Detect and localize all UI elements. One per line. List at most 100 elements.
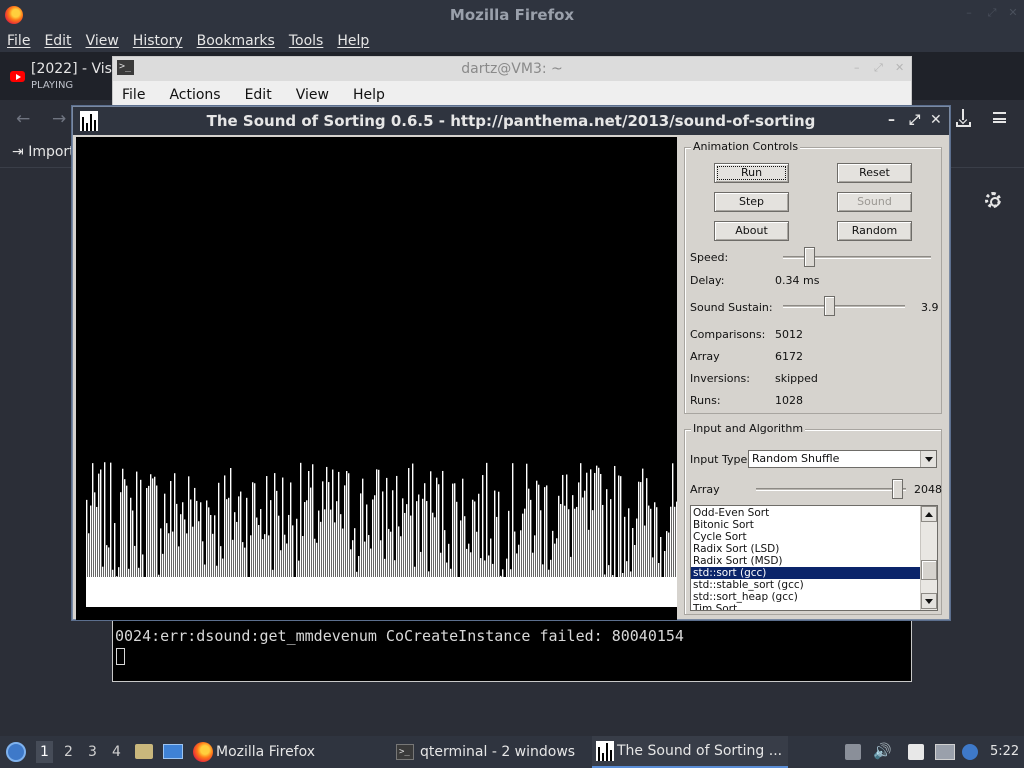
scroll-down-icon[interactable] [921, 593, 937, 609]
tab-status: PLAYING [31, 80, 74, 91]
notification-tray-icon[interactable] [845, 744, 861, 760]
download-icon[interactable] [955, 108, 973, 128]
taskbar-qterminal[interactable]: >_ qterminal - 2 windows [396, 736, 575, 768]
step-button[interactable]: Step [714, 192, 789, 212]
algorithm-list-item[interactable]: Radix Sort (LSD) [691, 543, 920, 555]
import-bookmarks-button[interactable]: ⇥ Import [12, 144, 75, 160]
input-type-label: Input Type: [690, 453, 751, 466]
reset-button[interactable]: Reset [837, 163, 912, 183]
algorithm-list-item[interactable]: std::sort (gcc) [691, 567, 920, 579]
back-arrow-icon[interactable]: ← [16, 109, 30, 129]
algorithm-list-item[interactable]: Tim Sort [691, 603, 920, 610]
workspace-3[interactable]: 3 [88, 744, 97, 760]
maximize-icon[interactable]: ⤢ [985, 6, 999, 20]
sound-button[interactable]: Sound [837, 192, 912, 212]
network-icon[interactable] [935, 744, 955, 760]
run-button[interactable]: Run [714, 163, 789, 183]
sos-titlebar[interactable]: The Sound of Sorting 0.6.5 - http://pant… [73, 107, 949, 135]
menu-help[interactable]: Help [337, 33, 369, 49]
sound-of-sorting-app-icon [596, 741, 614, 761]
gear-icon[interactable] [985, 192, 1001, 208]
taskbar-qterminal-label: qterminal - 2 windows [420, 744, 576, 760]
close-icon[interactable]: ✕ [930, 112, 942, 128]
minimize-icon[interactable]: – [888, 112, 895, 128]
taskbar-sound-of-sorting-label: The Sound of Sorting ... [617, 743, 783, 759]
minimize-icon[interactable]: – [962, 6, 976, 20]
sound-sustain-label: Sound Sustain: [690, 301, 773, 314]
algorithm-list[interactable]: Odd-Even Sort Bitonic Sort Cycle Sort Radix… [690, 505, 938, 611]
sos-window-title: The Sound of Sorting 0.6.5 - http://pant… [206, 112, 816, 130]
firefox-icon [193, 742, 213, 762]
array-accesses-value: 6172 [775, 350, 803, 363]
qt-menu-actions[interactable]: Actions [169, 87, 220, 103]
sustain-slider-thumb[interactable] [824, 296, 836, 316]
file-manager-icon[interactable] [135, 744, 153, 759]
firefox-tab[interactable]: [2022] - Visu PLAYING [0, 58, 121, 98]
menu-edit[interactable]: Edit [44, 33, 71, 49]
forward-arrow-icon[interactable]: → [52, 109, 66, 129]
algorithm-list-scrollbar[interactable] [920, 506, 937, 610]
workspace-4[interactable]: 4 [112, 744, 121, 760]
updates-icon[interactable] [962, 744, 978, 760]
import-bookmarks-label: Import [28, 144, 75, 160]
workspace-2[interactable]: 2 [64, 744, 73, 760]
close-icon[interactable]: ✕ [1006, 6, 1020, 20]
qt-menu-help[interactable]: Help [353, 87, 385, 103]
menu-view[interactable]: View [86, 33, 119, 49]
menu-history[interactable]: History [133, 33, 183, 49]
speed-slider-thumb[interactable] [803, 247, 815, 267]
taskbar-sound-of-sorting[interactable]: The Sound of Sorting ... [592, 736, 788, 768]
scroll-up-icon[interactable] [921, 506, 937, 522]
animation-controls-legend: Animation Controls [691, 140, 801, 153]
volume-icon[interactable]: 🔊 [873, 742, 892, 760]
array-size-slider-thumb[interactable] [892, 479, 904, 499]
qt-menu-file[interactable]: File [122, 87, 145, 103]
random-button[interactable]: Random [837, 221, 912, 241]
qt-menu-view[interactable]: View [296, 87, 329, 103]
terminal-icon: >_ [396, 744, 414, 760]
terminal-output-line: 0024:err:dsound:get_mmdevenum CoCreateIn… [115, 627, 684, 645]
runs-value: 1028 [775, 394, 803, 407]
clipboard-icon[interactable] [908, 744, 924, 760]
sort-bars-base [86, 577, 677, 607]
firefox-titlebar[interactable]: Mozilla Firefox – ⤢ ✕ [0, 0, 1024, 30]
input-type-select[interactable]: Random Shuffle [748, 450, 937, 468]
hamburger-menu-icon[interactable] [993, 112, 1006, 123]
terminal-cursor [116, 648, 125, 665]
terminal-icon: >_ [117, 60, 134, 75]
youtube-icon [10, 71, 25, 82]
delay-value: 0.34 ms [775, 274, 820, 287]
chevron-down-icon[interactable] [920, 451, 936, 467]
qterminal-menubar: File Actions Edit View Help [113, 81, 911, 108]
about-button[interactable]: About [714, 221, 789, 241]
algorithm-list-item[interactable]: Radix Sort (MSD) [691, 555, 920, 567]
array-size-slider-track[interactable] [756, 488, 906, 491]
menu-bookmarks[interactable]: Bookmarks [197, 33, 275, 49]
algorithm-list-item[interactable]: Bitonic Sort [691, 519, 920, 531]
sustain-slider-track[interactable] [783, 305, 905, 308]
algorithm-list-item[interactable]: std::sort_heap (gcc) [691, 591, 920, 603]
workspace-1[interactable]: 1 [36, 741, 53, 763]
taskbar-firefox[interactable]: Mozilla Firefox [193, 736, 315, 768]
menu-tools[interactable]: Tools [289, 33, 324, 49]
algorithm-list-item[interactable]: std::stable_sort (gcc) [691, 579, 920, 591]
menu-file[interactable]: File [7, 33, 30, 49]
minimize-icon[interactable]: – [854, 61, 860, 74]
runs-label: Runs: [690, 394, 721, 407]
clock: 5:22 [990, 744, 1020, 759]
maximize-icon[interactable]: ⤢ [874, 61, 883, 75]
scrollbar-thumb[interactable] [921, 560, 937, 580]
maximize-icon[interactable]: ⤢ [909, 112, 920, 128]
sound-of-sorting-app-icon [80, 111, 98, 131]
start-menu-icon[interactable] [6, 742, 26, 762]
qterminal-titlebar[interactable]: >_ dartz@VM3: ~ – ⤢ ✕ [113, 57, 911, 81]
close-icon[interactable]: ✕ [895, 61, 904, 74]
input-algorithm-legend: Input and Algorithm [691, 422, 806, 435]
array-accesses-label: Array [690, 350, 720, 363]
input-algorithm-group: Input and Algorithm Input Type: Random S… [684, 422, 942, 615]
inversions-label: Inversions: [690, 372, 750, 385]
algorithm-list-item[interactable]: Odd-Even Sort [691, 507, 920, 519]
qt-menu-edit[interactable]: Edit [245, 87, 272, 103]
show-desktop-icon[interactable] [163, 744, 183, 759]
algorithm-list-item[interactable]: Cycle Sort [691, 531, 920, 543]
